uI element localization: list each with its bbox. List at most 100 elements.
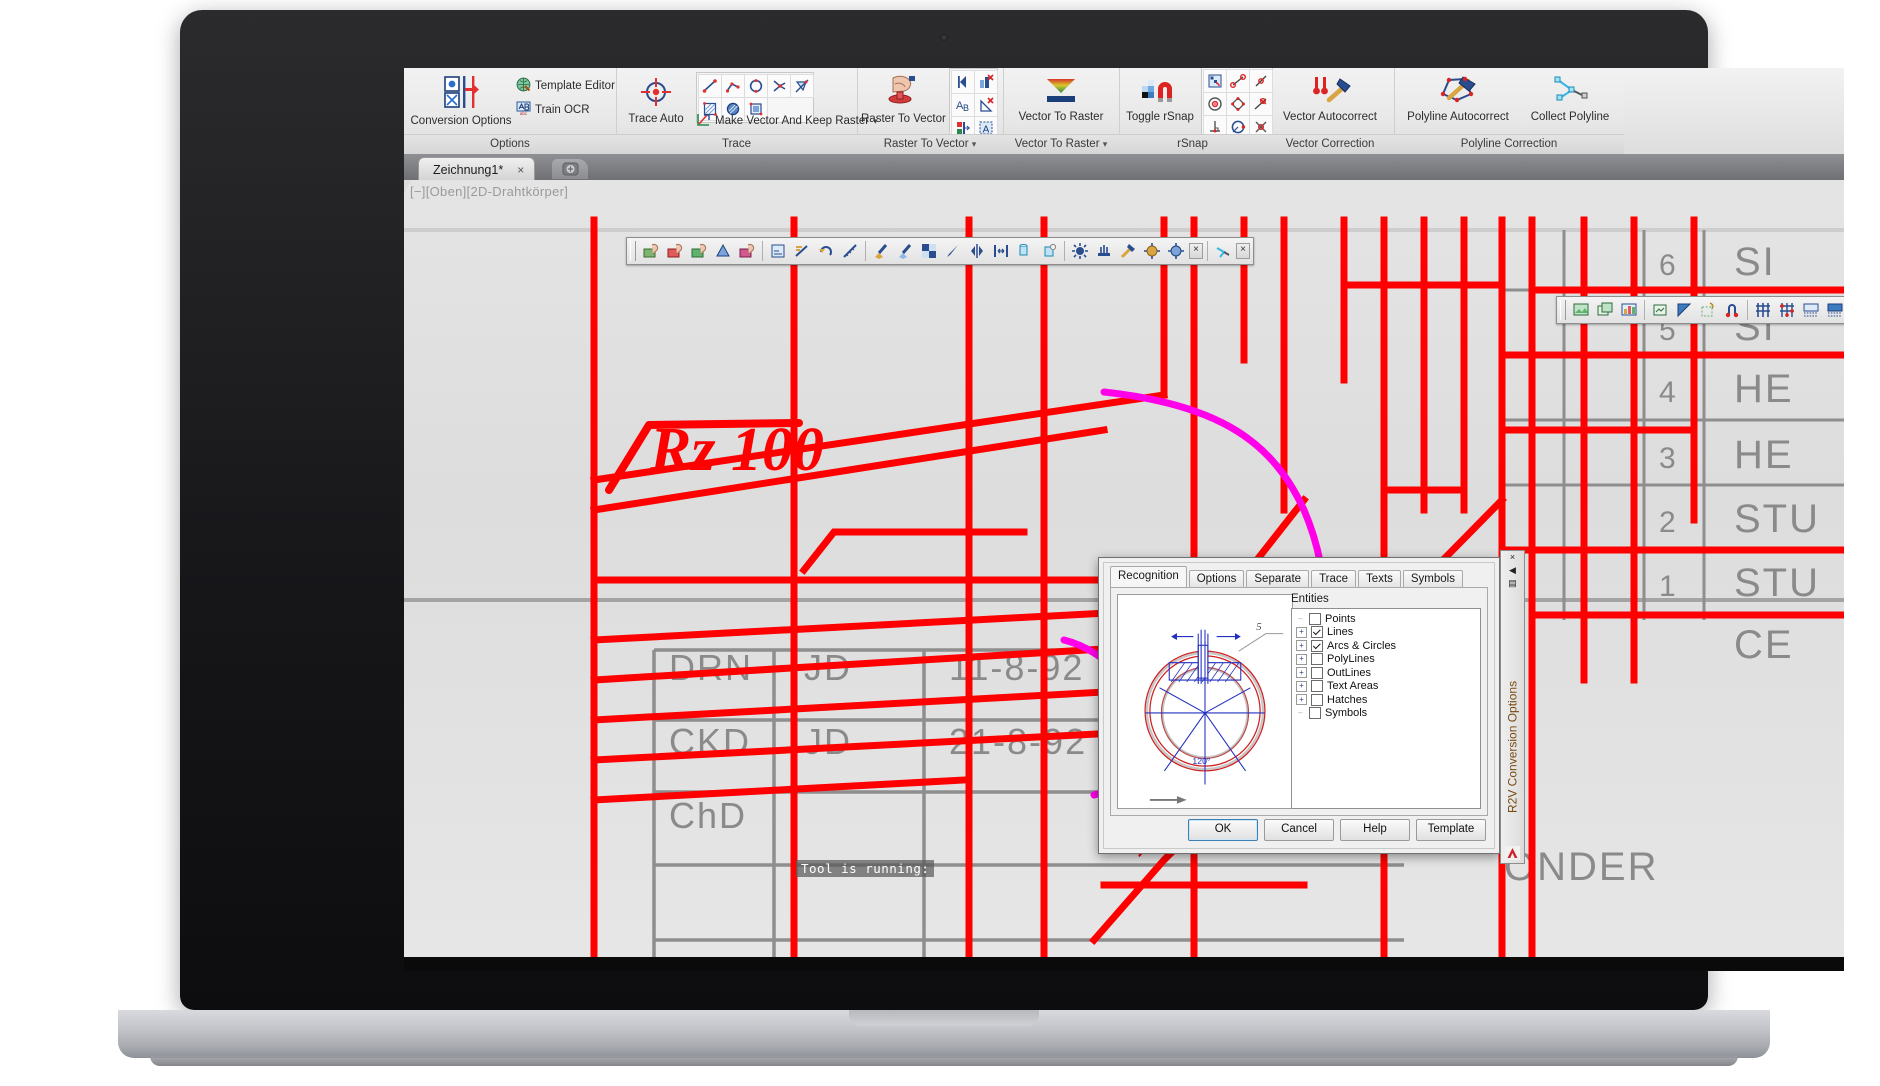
close-icon[interactable]: ×	[1510, 553, 1515, 562]
ok-button[interactable]: OK	[1188, 819, 1258, 841]
checkbox-outlines[interactable]	[1311, 667, 1323, 679]
tab-separate[interactable]: Separate	[1246, 570, 1309, 588]
collect-polyline-button[interactable]: Collect Polyline	[1520, 74, 1620, 123]
raster-flip-icon[interactable]	[990, 240, 1012, 262]
raster-vectorize-icon[interactable]	[1212, 240, 1234, 262]
image-grid-color-icon[interactable]	[1776, 299, 1798, 321]
snap-raster-icon[interactable]	[1203, 69, 1227, 93]
raster-cleanup-icon[interactable]	[1141, 240, 1163, 262]
checkbox-hatches[interactable]	[1311, 694, 1323, 706]
train-ocr-button[interactable]: abc Train OCR	[516, 101, 590, 119]
image-frame-icon[interactable]	[1649, 299, 1671, 321]
expand-icon[interactable]: +	[1296, 694, 1307, 705]
trace-network-icon[interactable]	[767, 74, 791, 98]
entity-row-outlines[interactable]: + OutLines	[1292, 666, 1480, 680]
raster-pick-all-icon[interactable]	[736, 240, 758, 262]
entity-row-points[interactable]: – Points	[1292, 612, 1480, 626]
trace-auto-button[interactable]: Trace Auto	[622, 76, 690, 125]
snap-node-icon[interactable]	[1226, 92, 1250, 116]
tab-recognition[interactable]: Recognition	[1110, 566, 1187, 588]
r2v-conversion-options-palette[interactable]: × ◀ ▤ R2V Conversion Options	[1500, 550, 1525, 864]
checkbox-polylines[interactable]	[1311, 653, 1323, 665]
document-tab[interactable]: Zeichnung1* ×	[418, 157, 535, 181]
raster-fill-icon[interactable]	[918, 240, 940, 262]
r2v-conversion-options-dialog[interactable]: Recognition Options Separate Trace Texts…	[1098, 557, 1500, 854]
raster-despeckle-icon[interactable]	[1069, 240, 1091, 262]
raster-repair-icon[interactable]	[1117, 240, 1139, 262]
r2v-start-icon[interactable]	[951, 70, 975, 94]
vector-to-raster-button[interactable]: Vector To Raster	[1007, 76, 1115, 123]
tab-trace[interactable]: Trace	[1311, 570, 1356, 588]
close-icon[interactable]: ×	[1189, 243, 1203, 259]
ribbon-panel-v2r-title[interactable]: Vector To Raster ▾	[1003, 134, 1119, 154]
expand-icon[interactable]: +	[1296, 681, 1307, 692]
raster-enhance-icon[interactable]	[1165, 240, 1187, 262]
expand-icon[interactable]: +	[1296, 654, 1307, 665]
entity-row-hatches[interactable]: + Hatches	[1292, 693, 1480, 707]
new-tab-button[interactable]	[552, 159, 588, 179]
trace-all-icon[interactable]	[790, 74, 814, 98]
image-adjust-icon[interactable]	[1618, 299, 1640, 321]
raster-copy-icon[interactable]	[1014, 240, 1036, 262]
drawing-canvas[interactable]: SI SI HE HE STU STU CE ONDER DRNJD11-8-9…	[404, 180, 1844, 971]
checkbox-arcs-circles[interactable]	[1311, 640, 1323, 652]
expand-icon[interactable]: +	[1296, 627, 1307, 638]
chevron-down-icon[interactable]: ▾	[972, 139, 977, 149]
raster-rotate-icon[interactable]	[815, 240, 837, 262]
raster-pick-icon[interactable]	[640, 240, 662, 262]
toolbar-grip[interactable]	[630, 241, 636, 261]
raster-eraser-icon[interactable]	[894, 240, 916, 262]
close-icon[interactable]: ×	[1236, 243, 1250, 259]
raster-brush-icon[interactable]	[870, 240, 892, 262]
r2v-text-icon[interactable]: AB	[951, 93, 975, 117]
trace-line-icon[interactable]	[698, 74, 722, 98]
entities-tree[interactable]: – Points + Lines	[1291, 608, 1481, 809]
autohide-icon[interactable]: ◀	[1509, 566, 1516, 575]
raster-paste-icon[interactable]	[1038, 240, 1060, 262]
tab-options[interactable]: Options	[1189, 570, 1245, 588]
image-transparency-icon[interactable]	[1697, 299, 1719, 321]
image-table-solid-icon[interactable]	[1824, 299, 1844, 321]
r2v-remove-raster-icon[interactable]	[974, 70, 998, 94]
polyline-autocorrect-button[interactable]: Polyline Autocorrect	[1398, 74, 1518, 123]
image-snap-icon[interactable]	[1721, 299, 1743, 321]
entity-row-text-areas[interactable]: + Text Areas	[1292, 680, 1480, 694]
expand-icon[interactable]: +	[1296, 640, 1307, 651]
image-clip-icon[interactable]	[1673, 299, 1695, 321]
raster-tools-toolbar[interactable]: × ×	[626, 237, 1254, 265]
entity-row-polylines[interactable]: + PolyLines	[1292, 653, 1480, 667]
image-table-dotted-icon[interactable]	[1800, 299, 1822, 321]
checkbox-lines[interactable]	[1311, 626, 1323, 638]
palette-menu-icon[interactable]: ▤	[1508, 579, 1517, 588]
raster-pick-blue-icon[interactable]	[712, 240, 734, 262]
trace-polyline-icon[interactable]	[721, 74, 745, 98]
expand-icon[interactable]: +	[1296, 667, 1307, 678]
snap-endpoint-icon[interactable]	[1226, 69, 1250, 93]
image-grid-icon[interactable]	[1752, 299, 1774, 321]
toggle-rsnap-button[interactable]: Toggle rSnap	[1123, 76, 1197, 123]
checkbox-points[interactable]	[1309, 613, 1321, 625]
cancel-button[interactable]: Cancel	[1264, 819, 1334, 841]
image-insert-icon[interactable]	[1570, 299, 1592, 321]
checkbox-text-areas[interactable]	[1311, 680, 1323, 692]
raster-deskew-icon[interactable]	[791, 240, 813, 262]
trace-circle-icon[interactable]	[744, 74, 768, 98]
template-editor-button[interactable]: Template Editor	[516, 77, 615, 95]
entity-row-lines[interactable]: + Lines	[1292, 626, 1480, 640]
template-button[interactable]: Template	[1416, 819, 1486, 841]
raster-to-vector-button[interactable]: Raster To Vector	[861, 74, 945, 125]
toolbar-grip[interactable]	[1560, 300, 1566, 320]
command-line-bar[interactable]	[404, 957, 1844, 971]
ribbon-panel-r2v-title[interactable]: Raster To Vector ▾	[857, 134, 1003, 154]
make-vector-keep-raster-button[interactable]: Make Vector And Keep Raster ▾	[696, 112, 878, 130]
checkbox-symbols[interactable]	[1309, 707, 1321, 719]
help-button[interactable]: Help	[1340, 819, 1410, 841]
conversion-options-button[interactable]: Conversion Options	[410, 74, 512, 127]
tab-symbols[interactable]: Symbols	[1403, 570, 1463, 588]
entity-row-arcs-circles[interactable]: + Arcs & Circles	[1292, 639, 1480, 653]
entity-row-symbols[interactable]: – Symbols	[1292, 707, 1480, 721]
raster-wand-icon[interactable]	[942, 240, 964, 262]
image-tools-toolbar[interactable]	[1556, 296, 1844, 324]
r2v-remove-vector-icon[interactable]	[974, 93, 998, 117]
raster-pick-green-icon[interactable]	[688, 240, 710, 262]
